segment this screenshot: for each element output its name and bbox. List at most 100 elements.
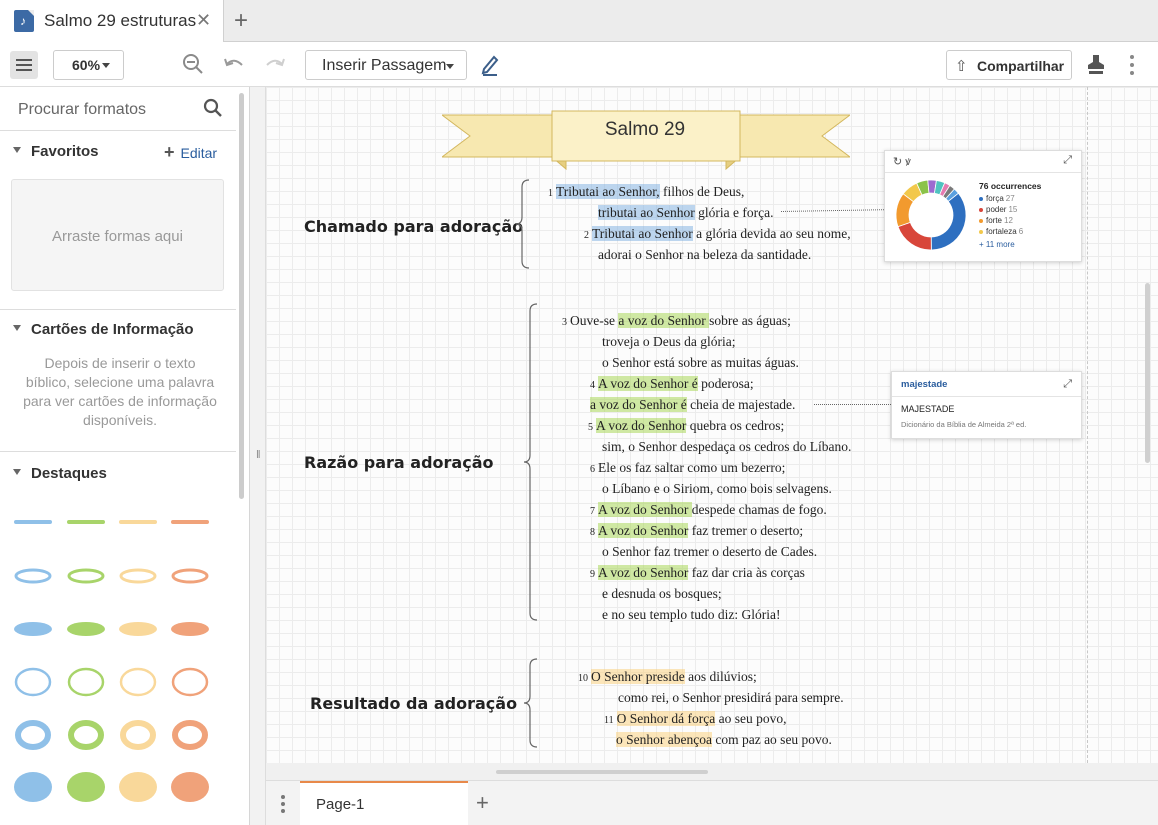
verse-text[interactable]: filhos de Deus, xyxy=(660,184,744,199)
donut-slice[interactable] xyxy=(930,192,967,251)
redo-icon[interactable] xyxy=(264,56,286,72)
lexicon-icon[interactable]: ꝟ xyxy=(905,156,911,168)
verse-text[interactable]: ao seu povo, xyxy=(715,711,787,726)
highlighted-phrase[interactable]: tributai ao Senhor xyxy=(598,205,695,220)
verse-text[interactable]: adorai o Senhor na beleza da santidade. xyxy=(598,247,811,262)
verse-text[interactable]: poderosa; xyxy=(698,376,753,391)
highlight-swatch-flat[interactable] xyxy=(14,622,52,636)
dictionary-card[interactable]: majestade ⤢ MAJESTADE Dicionário da Bíbl… xyxy=(891,371,1082,439)
highlight-swatch-blob[interactable] xyxy=(171,772,209,802)
highlighted-phrase[interactable]: O Senhor preside xyxy=(591,669,685,684)
canvas[interactable]: Salmo 29 Chamado para adoração Razão par… xyxy=(266,87,1158,763)
highlight-swatch-ring[interactable] xyxy=(119,667,157,697)
verse-line[interactable]: 3 Ouve-se a voz do Senhor sobre as águas; xyxy=(562,312,791,332)
verse-line[interactable]: o Senhor faz tremer o deserto de Cades. xyxy=(602,543,817,561)
brace[interactable] xyxy=(522,658,540,748)
menu-icon[interactable] xyxy=(10,51,38,79)
section-label-reason[interactable]: Razão para adoração xyxy=(304,453,494,472)
highlighted-phrase[interactable]: o Senhor abençoa xyxy=(616,732,712,747)
shape-search[interactable]: Procurar formatos xyxy=(0,87,236,131)
verse-text[interactable]: faz tremer o deserto; xyxy=(688,523,803,538)
document-tab[interactable]: ♪ Salmo 29 estruturas ✕ xyxy=(0,0,224,42)
occurrences-donut-chart[interactable] xyxy=(893,177,969,253)
verse-text[interactable]: sim, o Senhor despedaça os cedros do Líb… xyxy=(602,439,851,454)
verse-line[interactable]: 6 Ele os faz saltar como um bezerro; xyxy=(590,459,785,479)
verse-text[interactable]: quebra os cedros; xyxy=(686,418,784,433)
add-page-icon[interactable]: + xyxy=(476,790,489,816)
insert-passage-button[interactable]: Inserir Passagem xyxy=(305,50,467,80)
edit-favorites-button[interactable]: + Editar xyxy=(164,142,217,163)
section-label-call[interactable]: Chamado para adoração xyxy=(304,217,523,236)
close-icon[interactable]: ✕ xyxy=(196,10,211,31)
highlight-swatch-loop[interactable] xyxy=(171,568,209,584)
verse-line[interactable]: 5A voz do Senhor quebra os cedros; xyxy=(588,417,784,437)
verse-text[interactable]: o Senhor faz tremer o deserto de Cades. xyxy=(602,544,817,559)
highlighted-phrase[interactable]: O Senhor dá força xyxy=(616,711,716,726)
refresh-icon[interactable]: ↻ ꝟ xyxy=(893,154,911,169)
highlight-swatch-flat[interactable] xyxy=(67,622,105,636)
highlight-swatch-flat[interactable] xyxy=(171,622,209,636)
page-tab[interactable]: Page-1 xyxy=(300,781,468,825)
highlight-swatch-thick-ring[interactable] xyxy=(15,720,51,750)
more-vertical-icon[interactable] xyxy=(1128,54,1136,76)
verse-text[interactable]: com paz ao seu povo. xyxy=(712,732,832,747)
verse-line[interactable]: o Senhor está sobre as muitas águas. xyxy=(602,354,799,372)
highlighted-phrase[interactable]: a voz do Senhor é xyxy=(590,397,687,412)
zoom-out-icon[interactable] xyxy=(182,53,204,75)
canvas-hscroll-thumb[interactable] xyxy=(496,770,708,774)
verse-line[interactable]: o Senhor abençoa com paz ao seu povo. xyxy=(616,731,832,749)
verse-line[interactable]: a voz do Senhor é cheia de majestade. xyxy=(590,396,795,414)
highlight-swatch-blob[interactable] xyxy=(14,772,52,802)
open-card-icon[interactable]: ⤢ xyxy=(1063,378,1072,391)
highlighted-phrase[interactable]: A voz do Senhor é xyxy=(598,376,698,391)
share-button[interactable]: ⇧ Compartilhar xyxy=(946,50,1072,80)
verse-text[interactable]: e no seu templo tudo diz: Glória! xyxy=(602,607,780,622)
more-link[interactable]: + 11 more xyxy=(979,240,1015,249)
verse-line[interactable]: 8A voz do Senhor faz tremer o deserto; xyxy=(590,522,803,542)
verse-line[interactable]: e desnuda os bosques; xyxy=(602,585,722,603)
verse-text[interactable]: sobre as águas; xyxy=(709,313,791,328)
highlight-swatch-blob[interactable] xyxy=(119,772,157,802)
highlight-swatch-line[interactable] xyxy=(119,520,157,524)
highlighted-phrase[interactable]: A voz do Senhor xyxy=(598,502,692,517)
dictionary-card-title[interactable]: majestade xyxy=(901,379,947,390)
legend-item[interactable]: poder 15 xyxy=(979,204,1023,215)
verse-line[interactable]: 2 Tributai ao Senhor a glória devida ao s… xyxy=(584,225,851,245)
verse-text[interactable]: aos dilúvios; xyxy=(685,669,757,684)
sidebar-scrollbar[interactable] xyxy=(239,93,244,499)
search-input[interactable]: Procurar formatos xyxy=(18,101,146,119)
verse-text[interactable]: despede chamas de fogo. xyxy=(692,502,827,517)
highlighted-phrase[interactable]: Tributai ao Senhor xyxy=(592,226,693,241)
verse-line[interactable]: o Líbano e o Siriom, como bois selvagens… xyxy=(602,480,832,498)
favorites-header[interactable]: Favoritos xyxy=(13,143,99,160)
word-info-card[interactable]: ↻ ꝟ ⤢ 76 occurrences força 27 poder 15 forte… xyxy=(884,150,1082,262)
verse-text[interactable]: Ele os faz saltar como um bezerro; xyxy=(598,460,785,475)
legend-item[interactable]: fortaleza 6 xyxy=(979,226,1023,237)
highlight-swatch-ring[interactable] xyxy=(67,667,105,697)
brace[interactable] xyxy=(522,303,540,621)
highlight-swatch-line[interactable] xyxy=(67,520,105,524)
plus-icon[interactable]: + xyxy=(234,7,248,35)
verse-text[interactable]: faz dar cria às corças xyxy=(688,565,805,580)
verse-text[interactable]: o Líbano e o Siriom, como bois selvagens… xyxy=(602,481,832,496)
highlight-swatch-thick-ring[interactable] xyxy=(172,720,208,750)
highlighted-phrase[interactable]: A voz do Senhor xyxy=(598,523,689,538)
verse-text[interactable]: troveja o Deus da glória; xyxy=(602,334,735,349)
verse-text[interactable]: cheia de majestade. xyxy=(687,397,795,412)
verse-line[interactable]: sim, o Senhor despedaça os cedros do Líb… xyxy=(602,438,851,456)
search-icon[interactable] xyxy=(203,98,223,118)
favorites-dropzone[interactable]: Arraste formas aqui xyxy=(11,179,224,291)
open-card-icon[interactable]: ⤢ xyxy=(1063,154,1072,167)
highlighted-phrase[interactable]: Tributai ao Senhor, xyxy=(556,184,660,199)
highlight-swatch-loop[interactable] xyxy=(67,568,105,584)
verse-text[interactable]: glória e força. xyxy=(695,205,773,220)
highlight-swatch-flat[interactable] xyxy=(119,622,157,636)
info-cards-header[interactable]: Cartões de Informação xyxy=(13,321,194,338)
highlight-swatch-loop[interactable] xyxy=(14,568,52,584)
donut-slice[interactable] xyxy=(897,221,932,251)
verse-line[interactable]: troveja o Deus da glória; xyxy=(602,333,735,351)
highlights-header[interactable]: Destaques xyxy=(13,465,107,482)
verse-line[interactable]: 11 O Senhor dá força ao seu povo, xyxy=(604,710,786,730)
verse-line[interactable]: 10 O Senhor preside aos dilúvios; xyxy=(578,668,757,688)
legend-item[interactable]: forte 12 xyxy=(979,215,1023,226)
